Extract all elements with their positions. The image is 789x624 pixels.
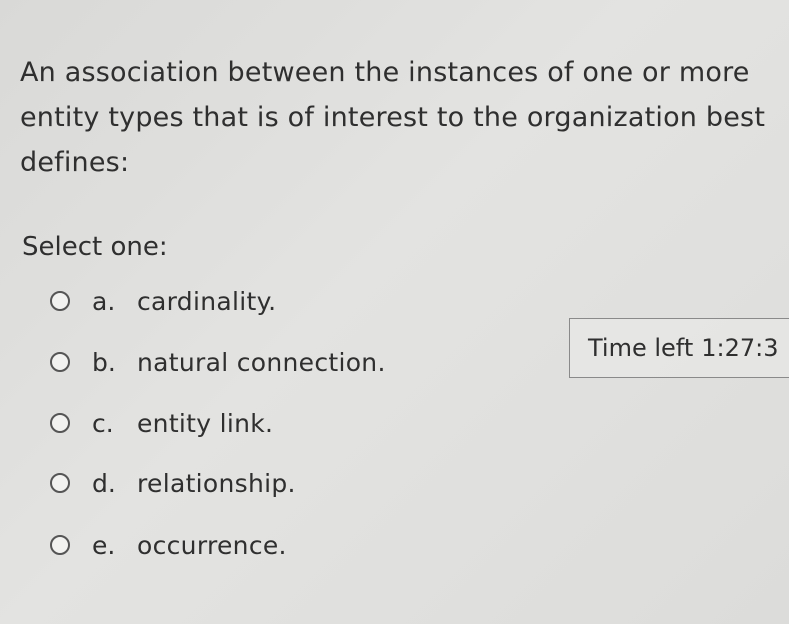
- radio-button-d[interactable]: [50, 473, 70, 493]
- question-text: An association between the instances of …: [20, 57, 766, 178]
- option-letter-d: d.: [92, 468, 116, 498]
- radio-button-c[interactable]: [50, 413, 70, 433]
- option-text-c: entity link.: [137, 408, 274, 438]
- option-text-a: cardinality.: [137, 286, 277, 316]
- answer-option-a[interactable]: a. cardinality.: [50, 284, 276, 318]
- option-text-e: occurrence.: [137, 530, 287, 560]
- select-one-prompt: Select one:: [22, 232, 168, 262]
- time-left-label: Time left: [588, 334, 694, 362]
- answer-option-b[interactable]: b. natural connection.: [50, 345, 386, 379]
- option-letter-a: a.: [92, 286, 116, 316]
- time-left-box: Time left 1:27:3: [569, 318, 789, 378]
- option-text-d: relationship.: [137, 468, 296, 498]
- time-left-value: 1:27:3: [701, 334, 779, 362]
- answer-option-c[interactable]: c. entity link.: [50, 406, 273, 440]
- radio-button-b[interactable]: [50, 352, 70, 372]
- option-text-b: natural connection.: [137, 347, 386, 377]
- option-letter-b: b.: [92, 347, 116, 377]
- radio-button-a[interactable]: [50, 291, 70, 311]
- option-letter-e: e.: [92, 530, 116, 560]
- answer-option-d[interactable]: d. relationship.: [50, 466, 296, 500]
- option-letter-c: c.: [92, 408, 114, 438]
- radio-button-e[interactable]: [50, 535, 70, 555]
- answer-option-e[interactable]: e. occurrence.: [50, 528, 287, 562]
